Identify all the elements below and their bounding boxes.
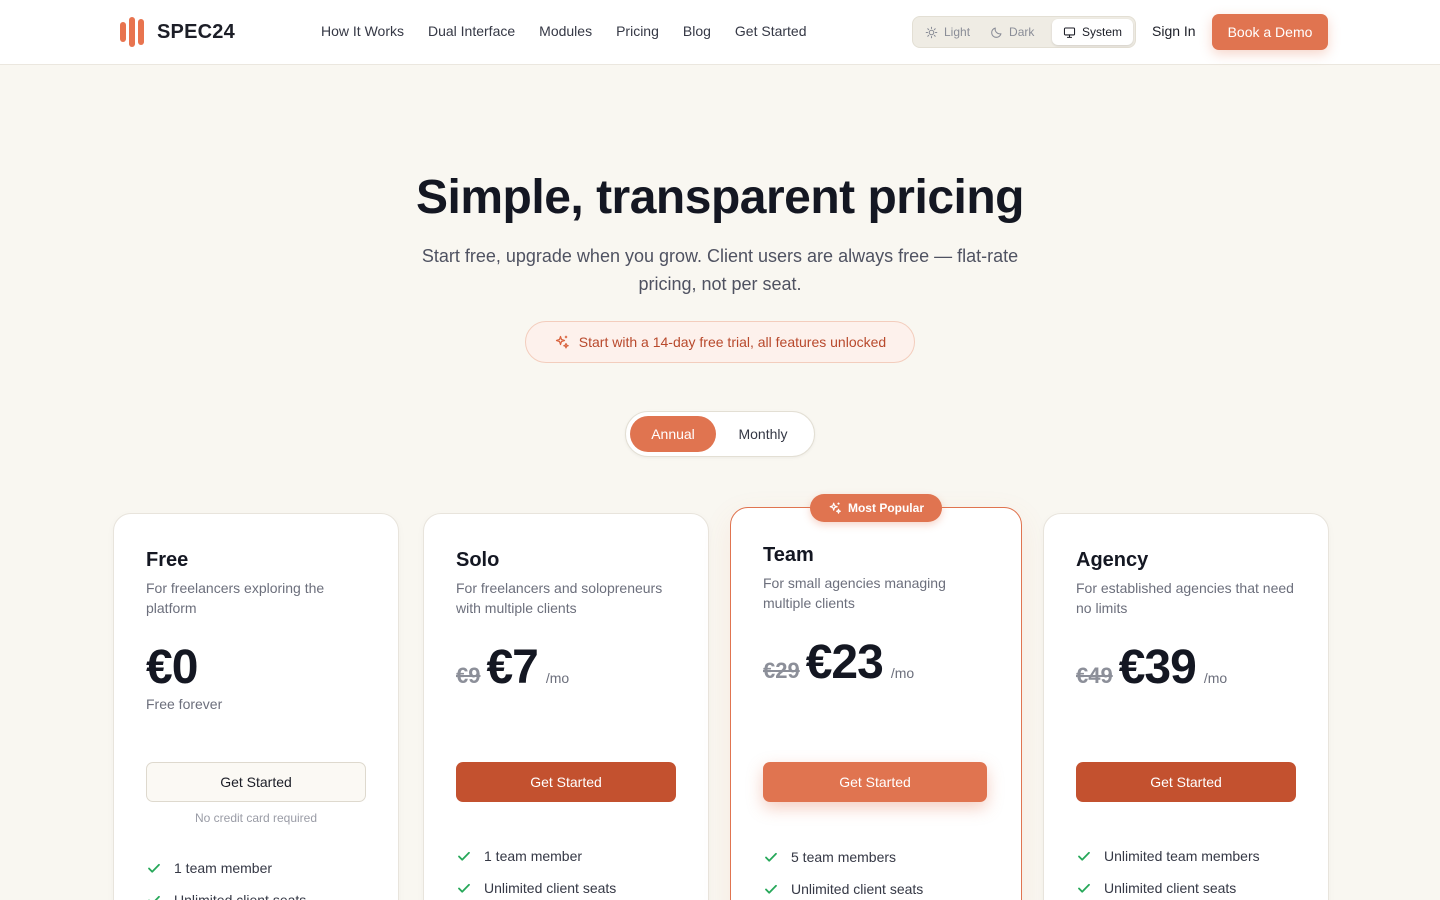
- feature-list: 1 team member Unlimited client seats: [456, 840, 616, 900]
- billing-monthly-option[interactable]: Monthly: [722, 416, 804, 452]
- price-row: €0: [146, 640, 198, 695]
- theme-light-label: Light: [944, 25, 971, 39]
- plan-description: For freelancers exploring the platform: [146, 580, 325, 616]
- check-icon: [148, 863, 160, 873]
- sun-icon: [925, 26, 938, 38]
- feature-item: 5 team members: [763, 841, 923, 873]
- check-icon: [1078, 883, 1090, 893]
- billing-annual-option[interactable]: Annual: [630, 416, 716, 452]
- get-started-button-solo[interactable]: Get Started: [456, 762, 676, 802]
- plan-description: For established agencies that need no li…: [1076, 580, 1294, 616]
- feature-item: Unlimited team members: [1076, 840, 1260, 872]
- feature-text: Unlimited client seats: [174, 892, 307, 900]
- price-row: €29 €23 /mo: [763, 635, 914, 690]
- nav-pricing[interactable]: Pricing: [616, 23, 659, 39]
- plan-price: €7: [486, 641, 538, 694]
- page-subtitle: Start free, upgrade when you grow. Clien…: [421, 246, 1019, 294]
- moon-icon: [991, 27, 1002, 38]
- monitor-icon: [1063, 27, 1076, 38]
- feature-item: Unlimited client seats: [763, 873, 923, 900]
- plan-name: Free: [146, 549, 189, 571]
- feature-text: Unlimited client seats: [1104, 880, 1237, 896]
- plan-name: Team: [763, 544, 814, 566]
- sparkles-icon: [555, 335, 569, 349]
- feature-item: Unlimited client seats: [456, 872, 616, 900]
- feature-item: Unlimited client seats: [146, 884, 306, 900]
- billing-toggle: Annual Monthly: [625, 411, 815, 457]
- plan-card-free: Free For freelancers exploring the platf…: [113, 513, 399, 900]
- theme-dark-option[interactable]: Dark: [980, 19, 1044, 45]
- logo[interactable]: SPEC24: [120, 17, 235, 47]
- plan-name: Solo: [456, 549, 500, 571]
- trial-badge: Start with a 14-day free trial, all feat…: [525, 321, 915, 363]
- plan-old-price: €49: [1076, 663, 1113, 688]
- check-icon: [765, 884, 777, 894]
- plan-old-price: €9: [456, 663, 481, 688]
- plan-price: €0: [146, 641, 198, 694]
- check-icon: [458, 851, 470, 861]
- sign-in-link[interactable]: Sign In: [1152, 23, 1196, 39]
- nav-dual-interface[interactable]: Dual Interface: [428, 23, 515, 39]
- nav-how-it-works[interactable]: How It Works: [321, 23, 404, 39]
- cta-note: No credit card required: [194, 811, 318, 825]
- get-started-button-agency[interactable]: Get Started: [1076, 762, 1296, 802]
- check-icon: [148, 895, 160, 900]
- plan-card-team: Most Popular Team For small agencies man…: [730, 494, 1022, 900]
- price-row: €9 €7 /mo: [456, 640, 569, 695]
- feature-text: Unlimited team members: [1104, 848, 1260, 864]
- theme-switcher: Light Dark System: [912, 16, 1136, 48]
- plan-card-agency: Agency For established agencies that nee…: [1043, 513, 1329, 900]
- price-row: €49 €39 /mo: [1076, 640, 1227, 695]
- plan-description: For freelancers and solopreneurs with mu…: [456, 580, 663, 616]
- feature-text: 1 team member: [174, 860, 273, 876]
- plan-card-solo: Solo For freelancers and solopreneurs wi…: [423, 513, 709, 900]
- sparkles-icon: [829, 502, 841, 514]
- main-nav: How It Works Dual Interface Modules Pric…: [321, 23, 807, 39]
- feature-list: Unlimited team members Unlimited client …: [1076, 840, 1260, 900]
- plan-price: €23: [805, 636, 884, 689]
- feature-item: Unlimited client seats: [1076, 872, 1260, 900]
- theme-system-label: System: [1081, 25, 1122, 39]
- feature-item: 1 team member: [456, 840, 616, 872]
- theme-light-option[interactable]: Light: [915, 19, 980, 45]
- get-started-button-free[interactable]: Get Started: [146, 762, 366, 802]
- page-title: Simple, transparent pricing: [416, 171, 1024, 224]
- plan-description: For small agencies managing multiple cli…: [763, 575, 946, 611]
- most-popular-label: Most Popular: [847, 501, 924, 515]
- theme-system-option[interactable]: System: [1051, 19, 1133, 45]
- nav-get-started[interactable]: Get Started: [735, 23, 807, 39]
- plan-old-price: €29: [763, 658, 800, 683]
- price-note: Free forever: [146, 696, 223, 712]
- feature-list: 1 team member Unlimited client seats: [146, 852, 306, 900]
- plan-price: €39: [1118, 641, 1197, 694]
- feature-text: 1 team member: [484, 848, 583, 864]
- plan-name: Agency: [1076, 549, 1149, 571]
- check-icon: [1078, 851, 1090, 861]
- feature-text: 5 team members: [791, 849, 897, 865]
- plan-period: /mo: [890, 665, 915, 681]
- logo-bars-icon: [120, 17, 144, 47]
- feature-text: Unlimited client seats: [791, 881, 924, 897]
- site-header: SPEC24 How It Works Dual Interface Modul…: [0, 0, 1440, 65]
- nav-blog[interactable]: Blog: [683, 23, 711, 39]
- check-icon: [765, 852, 777, 862]
- theme-dark-label: Dark: [1009, 25, 1035, 39]
- logo-text: SPEC24: [157, 20, 235, 43]
- most-popular-badge: Most Popular: [810, 494, 942, 522]
- nav-modules[interactable]: Modules: [539, 23, 592, 39]
- trial-badge-text: Start with a 14-day free trial, all feat…: [578, 334, 887, 350]
- book-demo-button[interactable]: Book a Demo: [1212, 14, 1328, 50]
- plan-period: /mo: [545, 670, 570, 686]
- feature-list: 5 team members Unlimited client seats: [763, 841, 923, 900]
- get-started-button-team[interactable]: Get Started: [763, 762, 987, 802]
- feature-item: 1 team member: [146, 852, 306, 884]
- feature-text: Unlimited client seats: [484, 880, 617, 896]
- check-icon: [458, 883, 470, 893]
- plan-period: /mo: [1203, 670, 1228, 686]
